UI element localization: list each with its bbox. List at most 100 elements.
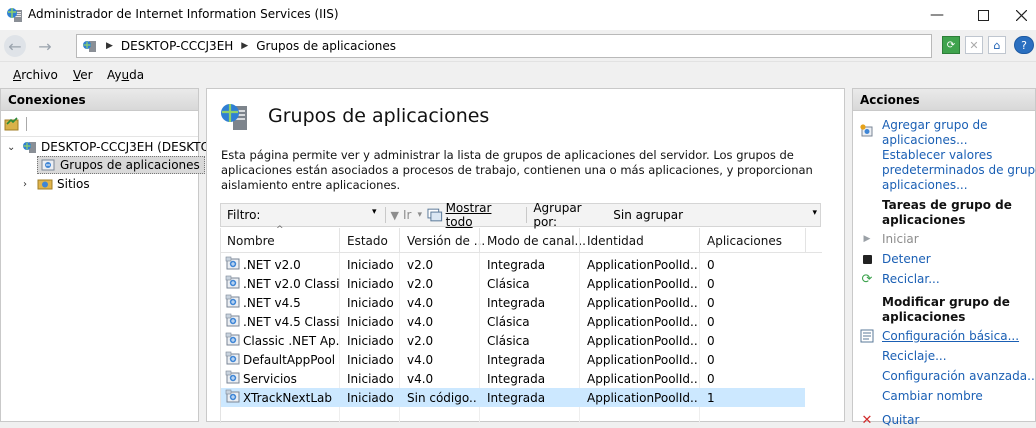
table-row[interactable]: .NET v4.5 Classic Iniciado v4.0 Clásica Appl… <box>221 312 805 331</box>
cell-identity: ApplicationPoolId... <box>587 277 697 291</box>
connections-title: Conexiones <box>1 89 198 111</box>
cell-apps: 0 <box>707 315 715 329</box>
add-pool-link[interactable]: Agregar grupo de aplicaciones... <box>882 118 988 148</box>
home-button[interactable]: ⌂ <box>988 36 1006 54</box>
maximize-button[interactable] <box>960 0 1006 30</box>
table-row[interactable]: .NET v4.5 Iniciado v4.0 Integrada Applicatio… <box>221 293 805 312</box>
advanced-settings-link[interactable]: Configuración avanzada... <box>882 369 1036 384</box>
close-icon <box>1015 9 1027 21</box>
cell-version: v2.0 <box>407 334 434 348</box>
tree-item-sites[interactable]: › Sitios <box>23 175 90 193</box>
close-button[interactable] <box>1006 0 1036 30</box>
new-connection-icon[interactable] <box>4 116 20 132</box>
col-version[interactable]: Versión de ... <box>407 234 485 248</box>
heading-line: Modificar grupo de <box>882 295 1010 309</box>
separator <box>526 207 528 223</box>
cell-version: Sin código... <box>407 391 477 405</box>
title-bar: Administrador de Internet Information Se… <box>0 0 1036 30</box>
tree-item-app-pools[interactable]: Grupos de aplicaciones <box>37 156 205 174</box>
breadcrumb-app-pools[interactable]: Grupos de aplicaciones <box>256 39 396 53</box>
column-divider[interactable] <box>805 228 806 253</box>
forward-button[interactable]: → <box>34 35 56 57</box>
filter-input[interactable]: ▾ <box>264 206 379 224</box>
col-nombre[interactable]: Nombre <box>227 234 275 248</box>
start-link[interactable]: Iniciar <box>882 232 919 247</box>
column-divider[interactable] <box>479 228 480 253</box>
cell-apps: 0 <box>707 258 715 272</box>
chevron-down-icon[interactable]: ⌄ <box>7 142 19 153</box>
cell-name: .NET v2.0 <box>243 258 301 272</box>
col-estado[interactable]: Estado <box>347 234 388 248</box>
menu-ver[interactable]: Ver <box>73 68 93 82</box>
column-divider[interactable] <box>399 228 400 253</box>
breadcrumb-server[interactable]: DESKTOP-CCCJ3EH <box>121 39 233 53</box>
rename-link[interactable]: Cambiar nombre <box>882 389 983 404</box>
menu-bar: Archivo Ver Ayuda <box>0 63 1036 87</box>
recycle-link[interactable]: Reciclar... <box>882 272 940 287</box>
minimize-button[interactable]: — <box>914 0 960 30</box>
menu-label-rest: rchivo <box>21 68 58 82</box>
page-title: Grupos de aplicaciones <box>268 105 490 127</box>
cell-name: Servicios <box>243 372 297 386</box>
col-aplicaciones[interactable]: Aplicaciones <box>707 234 782 248</box>
col-modo[interactable]: Modo de canal... <box>487 234 586 248</box>
cell-state: Iniciado <box>347 277 394 291</box>
column-divider[interactable] <box>699 228 700 253</box>
stop-button[interactable]: ✕ <box>965 36 983 54</box>
page-description: Esta página permite ver y administrar la… <box>221 148 813 192</box>
menu-ayuda[interactable]: Ayuda <box>107 68 144 82</box>
menu-label-pre: Ay <box>107 68 122 82</box>
column-divider[interactable] <box>339 228 340 253</box>
menu-accel: u <box>121 68 130 82</box>
table-row[interactable]: .NET v2.0 Classic Iniciado v2.0 Clásica Appl… <box>221 274 805 293</box>
cell-state: Iniciado <box>347 258 394 272</box>
col-identidad[interactable]: Identidad <box>587 234 644 248</box>
go-button[interactable]: Ir <box>403 208 411 222</box>
table-row[interactable]: Classic .NET Ap... Iniciado v2.0 Clásica App… <box>221 331 805 350</box>
filter-bar: Filtro: ▾ ▼ Ir ▾ Mostrar todo Agrupar po… <box>220 201 821 229</box>
action-line: predeterminados de grupos de <box>882 163 1036 177</box>
refresh-icon: ⟳ <box>946 39 956 51</box>
cell-version: v4.0 <box>407 296 434 310</box>
menu-archivo[interactable]: Archivo <box>13 68 58 82</box>
table-row[interactable]: Servicios Iniciado v4.0 Integrada Applicatio… <box>221 369 805 388</box>
connections-toolbar <box>1 111 198 137</box>
back-button[interactable]: ← <box>4 35 26 57</box>
basic-settings-link[interactable]: Configuración básica... <box>882 329 1019 344</box>
cell-name: DefaultAppPool <box>243 353 336 367</box>
remove-link[interactable]: Quitar <box>882 413 919 428</box>
chevron-right-icon[interactable]: › <box>23 179 35 190</box>
heading-line: aplicaciones <box>882 310 966 324</box>
table-row[interactable]: DefaultAppPool Iniciado v4.0 Integrada Appli… <box>221 350 805 369</box>
app-pool-icon <box>225 313 240 327</box>
show-all-label: Mostrar todo <box>445 201 492 229</box>
help-button[interactable]: ? <box>1014 36 1034 54</box>
refresh-button[interactable]: ⟳ <box>942 36 960 54</box>
basic-settings-icon <box>860 329 874 343</box>
table-row[interactable]: .NET v2.0 Iniciado v2.0 Integrada Applicatio… <box>221 255 805 274</box>
cell-version: v2.0 <box>407 258 434 272</box>
action-line: Agregar grupo de <box>882 118 988 132</box>
stop-link[interactable]: Detener <box>882 252 931 267</box>
column-divider[interactable] <box>579 228 580 253</box>
recycle-icon: ⟳ <box>861 271 873 287</box>
group-by-select[interactable]: Sin agrupar ▾ <box>613 206 820 224</box>
app-pool-icon <box>225 256 240 270</box>
cell-state: Iniciado <box>347 353 394 367</box>
tree-item-server[interactable]: ⌄ DESKTOP-CCCJ3EH (DESKTOP <box>7 138 217 156</box>
show-all-button[interactable]: Mostrar todo <box>446 201 521 229</box>
cell-apps: 0 <box>707 353 715 367</box>
set-defaults-link[interactable]: Establecer valores predeterminados de gr… <box>882 148 1036 193</box>
stop-icon <box>860 252 874 266</box>
cell-state: Iniciado <box>347 391 394 405</box>
app-pool-icon <box>225 389 240 403</box>
address-bar[interactable]: ▶ DESKTOP-CCCJ3EH ▶ Grupos de aplicacion… <box>76 34 932 58</box>
sort-ascending-icon: ^ <box>276 225 284 235</box>
cell-mode: Clásica <box>487 334 530 348</box>
connections-panel: Conexiones ⌄ DESKTOP-CCCJ3EH (DESKTOP Gr… <box>0 88 217 422</box>
cell-version: v2.0 <box>407 277 434 291</box>
app-pool-icon <box>225 370 240 384</box>
table-row[interactable]: XTrackNextLab Iniciado Sin código... Integr… <box>221 388 805 407</box>
cell-apps: 0 <box>707 277 715 291</box>
recycling-link[interactable]: Reciclaje... <box>882 349 947 364</box>
